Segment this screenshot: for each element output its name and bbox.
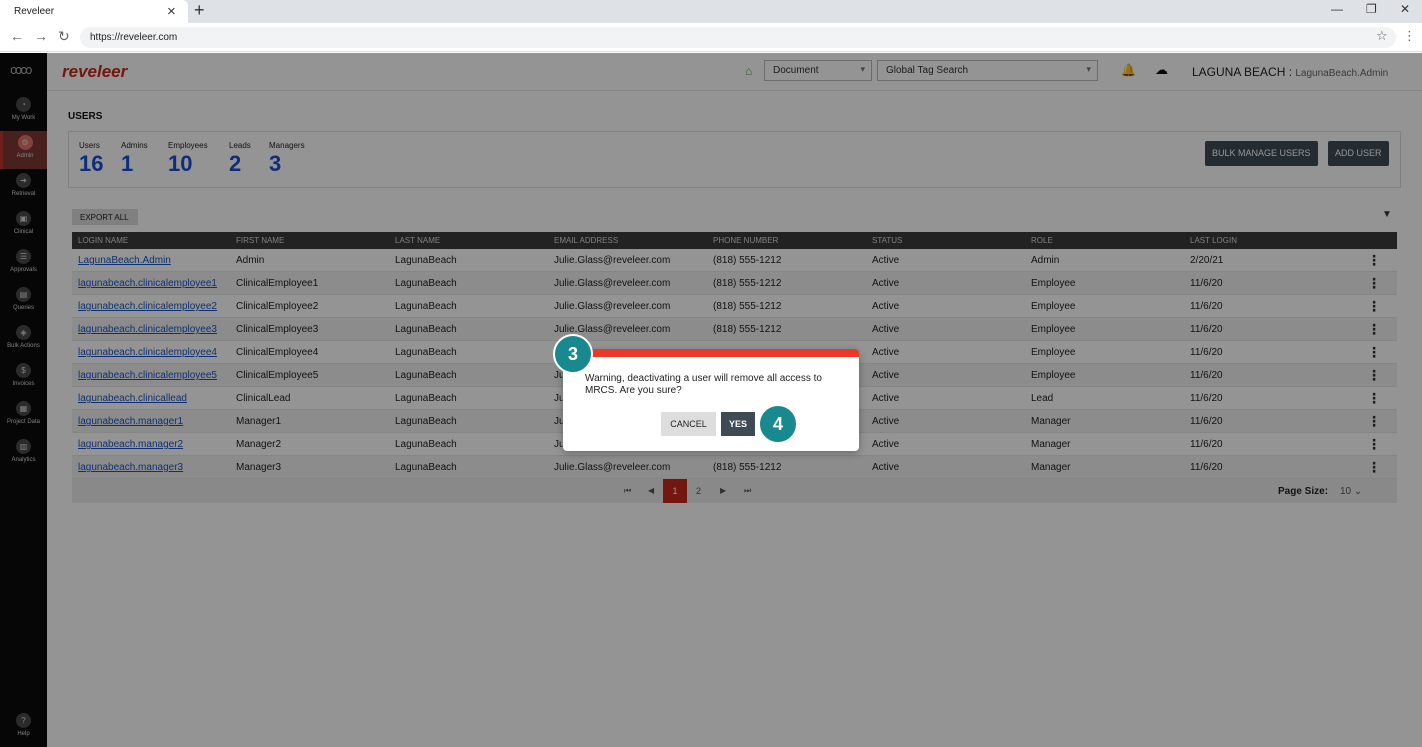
browser-tab[interactable]: Reveleer × [0, 0, 188, 23]
confirm-dialog: Warning, deactivating a user will remove… [563, 349, 859, 451]
browser-tab-bar: Reveleer × + — ❐ ✕ [0, 0, 1422, 23]
yes-button[interactable]: YES [721, 412, 755, 436]
step-badge-4: 4 [758, 404, 798, 444]
restore-icon[interactable]: ❐ [1366, 2, 1377, 16]
dialog-message: Warning, deactivating a user will remove… [585, 373, 822, 396]
minimize-icon[interactable]: — [1331, 2, 1343, 16]
step-badge-3: 3 [553, 334, 593, 374]
cancel-button[interactable]: CANCEL [661, 412, 716, 436]
tab-title: Reveleer [14, 6, 55, 17]
close-icon[interactable]: × [167, 3, 176, 20]
back-icon[interactable]: ← [10, 28, 24, 44]
forward-icon[interactable]: → [34, 28, 48, 44]
star-icon[interactable]: ☆ [1376, 28, 1388, 44]
url-field[interactable]: https://reveleer.com [80, 27, 1396, 48]
window-close-icon[interactable]: ✕ [1400, 2, 1410, 16]
plus-icon[interactable]: + [194, 0, 205, 21]
browser-menu-icon[interactable]: ⋮ [1403, 28, 1416, 44]
reload-icon[interactable]: ↻ [58, 28, 70, 45]
address-bar: ← → ↻ https://reveleer.com ☆ ⋮ [0, 23, 1422, 52]
